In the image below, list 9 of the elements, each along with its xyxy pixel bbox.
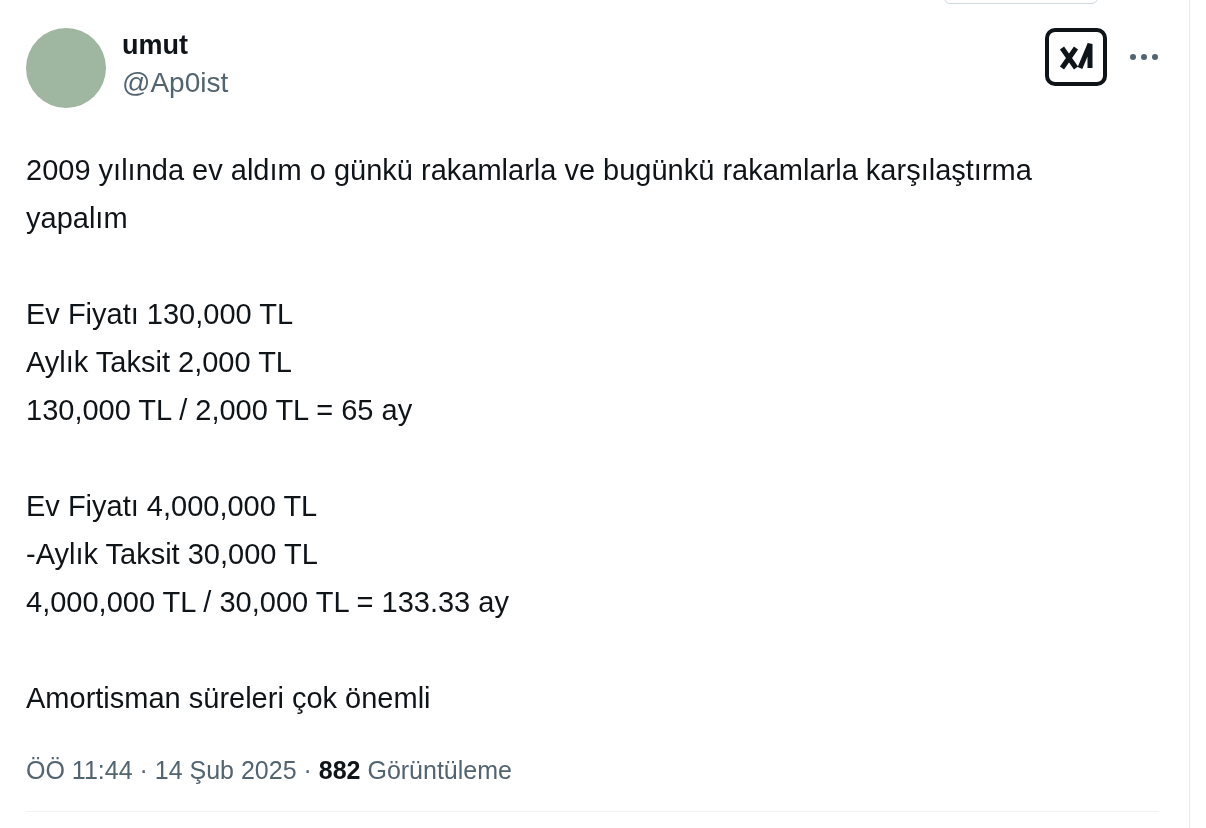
author-name[interactable]: umut bbox=[122, 28, 1029, 62]
more-icon[interactable] bbox=[1129, 53, 1159, 61]
author-handle[interactable]: @Ap0ist bbox=[122, 66, 1029, 100]
tweet-text: Amortisman süreleri çok önemli bbox=[26, 681, 432, 716]
tweet-text: Ev Fiyatı 4,000,000 TL -Aylık Taksit 30,000 TL 4,000,000 TL / 30,000 TL = 133.33 ay bbox=[26, 489, 510, 620]
tweet-text: 2009 yılında ev aldım o günkü rakamlarla ve bugünkü rakamlarla karşılaştırma yapalım bbox=[26, 153, 1033, 236]
grok-icon[interactable] bbox=[1045, 28, 1107, 86]
tweet-meta: ÖÖ 11:44 · 14 Şub 2025 · 882 Görüntüleme bbox=[26, 756, 513, 785]
tweet-text: Ev Fiyatı 130,000 TL Aylık Taksit 2,000 TL 130,000 TL / 2,000 TL = 65 ay bbox=[26, 297, 414, 428]
